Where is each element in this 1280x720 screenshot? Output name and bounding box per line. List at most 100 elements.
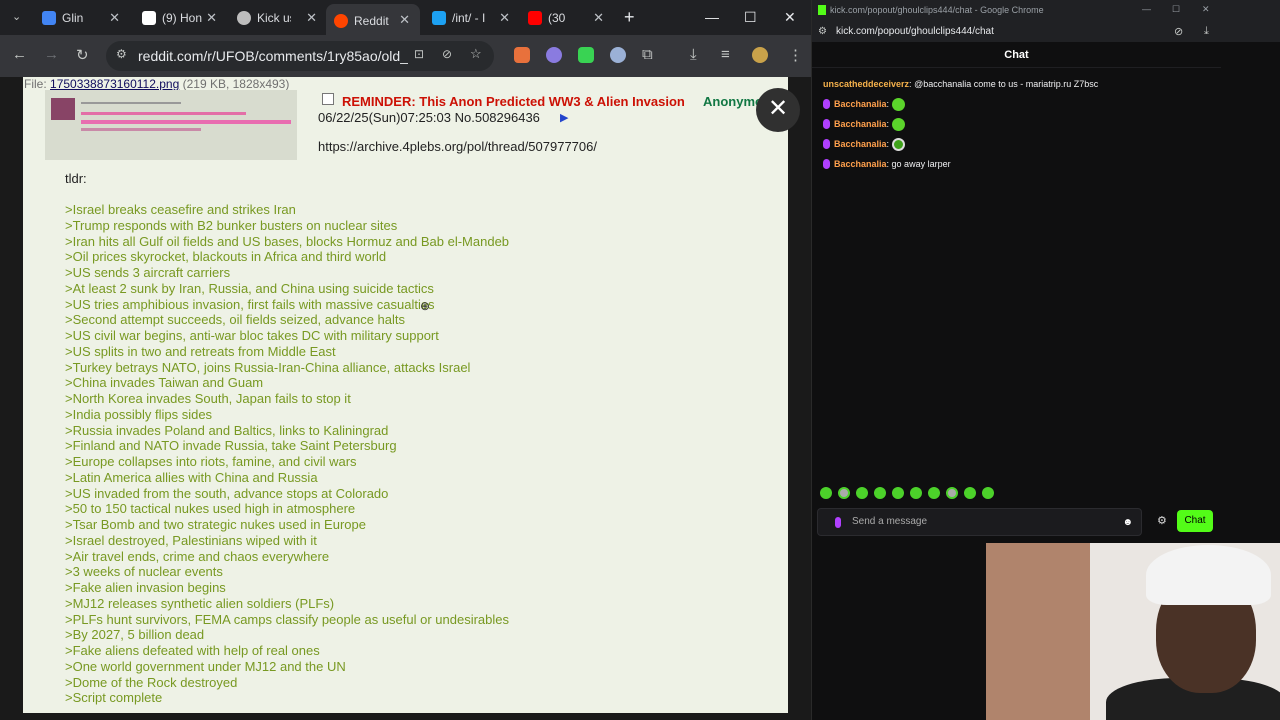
emote-icon[interactable] [964, 487, 976, 499]
media-control-icon[interactable]: ≡ [721, 46, 730, 63]
chat-address-bar[interactable]: ⚙ kick.com/popout/ghoulclips444/chat ⊘ ⤓ [812, 22, 1280, 42]
close-tab-icon[interactable]: ✕ [109, 10, 120, 26]
mic-icon [835, 517, 841, 528]
emote-icon[interactable] [838, 487, 850, 499]
close-tab-icon[interactable]: ✕ [593, 10, 604, 26]
profile-avatar[interactable] [752, 47, 768, 63]
chat-message: Bacchanalia: [823, 134, 1218, 154]
expanded-image: File: 1750338873160112.png (219 KB, 1828… [23, 77, 788, 713]
post-subject: REMINDER: This Anon Predicted WW3 & Alie… [342, 94, 685, 109]
emote-icon[interactable] [874, 487, 886, 499]
post-datetime: 06/22/25(Sun)07:25:03 No.508296436 [318, 110, 540, 125]
chat-username[interactable]: Bacchanalia [834, 159, 887, 169]
emote-icon[interactable] [928, 487, 940, 499]
close-viewer-button[interactable]: ✕ [756, 88, 800, 132]
reload-icon[interactable]: ↻ [76, 46, 89, 64]
greentext-line: >North Korea invades South, Japan fails … [65, 391, 351, 406]
tab-5[interactable]: /int/ - I ✕ [432, 6, 510, 30]
maximize-icon[interactable]: ☐ [1172, 4, 1180, 15]
extension-dice-icon[interactable] [578, 47, 594, 63]
greentext-line: >PLFs hunt survivors, FEMA camps classif… [65, 611, 510, 627]
emote-icon[interactable] [982, 487, 994, 499]
greentext-line: >US civil war begins, anti-war bloc take… [65, 328, 439, 343]
chat-input-placeholder: Send a message [852, 516, 928, 527]
greentext-line: >Iran hits all Gulf oil fields and US ba… [65, 233, 510, 249]
close-tab-icon[interactable]: ✕ [206, 10, 217, 26]
eye-off-icon[interactable]: ⊘ [1174, 25, 1183, 38]
extension-shield-icon[interactable] [610, 47, 626, 63]
chat-message: Bacchanalia: go away larper [823, 154, 1218, 174]
chat-username[interactable]: Bacchanalia [834, 99, 887, 109]
tab-search-icon[interactable]: ⌄ [12, 10, 21, 23]
extension-ghost-icon[interactable] [546, 47, 562, 63]
close-window-icon[interactable]: ✕ [1202, 4, 1210, 15]
play-icon[interactable]: ▶ [560, 111, 568, 124]
tab-title: Kick us [257, 11, 291, 25]
tab-title: Glin [62, 11, 84, 25]
extension-fox-icon[interactable] [514, 47, 530, 63]
chat-settings-icon[interactable]: ⚙ [1157, 514, 1167, 527]
chat-username[interactable]: Bacchanalia [834, 139, 887, 149]
post-thumbnail[interactable] [45, 90, 297, 160]
chat-messages: unscatheddeceiverz: @bacchanalia come to… [823, 74, 1218, 174]
greentext-line: >Latin America allies with China and Rus… [65, 469, 318, 485]
file-link[interactable]: 1750338873160112.png [50, 77, 179, 91]
tab-title: Reddit [354, 14, 389, 28]
greentext-line: >US invaded from the south, advance stop… [65, 485, 389, 501]
greentext-line: >By 2027, 5 billion dead [65, 627, 205, 643]
install-icon[interactable]: ⊡ [414, 47, 424, 61]
emote-icon[interactable] [856, 487, 868, 499]
emote-icon[interactable] [946, 487, 958, 499]
file-meta: (219 KB, 1828x493) [182, 77, 290, 91]
mic-badge-icon [823, 119, 830, 129]
forward-icon[interactable]: → [44, 46, 59, 63]
file-info: File: 1750338873160112.png (219 KB, 1828… [24, 77, 289, 91]
minimize-icon[interactable]: — [705, 9, 719, 25]
eye-off-icon[interactable]: ⊘ [442, 47, 452, 61]
tab-6[interactable]: (30 ✕ [528, 6, 604, 30]
download-icon[interactable]: ⤓ [1204, 25, 1209, 38]
emote-bar [820, 487, 994, 499]
post-checkbox[interactable] [322, 93, 334, 105]
tab-bar: ⌄ Glin ✕ (9) Hon ✕ Kick us ✕ Reddit ✕ /i… [0, 0, 811, 35]
mic-badge-icon [823, 139, 830, 149]
site-info-icon[interactable]: ⚙ [818, 26, 827, 37]
tab-4-active[interactable]: Reddit ✕ [326, 4, 420, 35]
minimize-icon[interactable]: — [1142, 4, 1151, 14]
zoom-cursor-icon: ⊕ [420, 299, 431, 313]
greentext-line: >India possibly flips sides [65, 406, 213, 422]
download-icon[interactable]: ⤓ [690, 46, 697, 63]
tab-3[interactable]: Kick us ✕ [237, 6, 317, 30]
close-tab-icon[interactable]: ✕ [499, 10, 510, 26]
chat-username[interactable]: Bacchanalia [834, 119, 887, 129]
address-bar[interactable]: ⚙ reddit.com/r/UFOB/comments/1ry85ao/old… [106, 41, 494, 71]
emote-icon[interactable] [892, 487, 904, 499]
extensions-icon[interactable]: ⧉ [642, 46, 653, 63]
greentext-line: >Finland and NATO invade Russia, take Sa… [65, 438, 397, 454]
chat-username[interactable]: unscatheddeceiverz [823, 79, 909, 89]
tab-2[interactable]: (9) Hon ✕ [142, 6, 217, 30]
tab-title: (9) Hon [162, 11, 202, 25]
menu-icon[interactable]: ⋮ [788, 46, 803, 64]
emoji-icon[interactable]: ☻ [1122, 517, 1133, 528]
close-tab-icon[interactable]: ✕ [306, 10, 317, 26]
greentext-line: >Fake alien invasion begins [65, 580, 226, 595]
site-info-icon[interactable]: ⚙ [116, 47, 127, 61]
chat-url: kick.com/popout/ghoulclips444/chat [836, 26, 994, 37]
close-window-icon[interactable]: ✕ [784, 9, 796, 26]
bookmark-star-icon[interactable]: ☆ [470, 46, 482, 62]
close-tab-icon[interactable]: ✕ [399, 12, 410, 28]
new-tab-icon[interactable]: + [624, 7, 635, 28]
emote-icon[interactable] [820, 487, 832, 499]
archive-link: https://archive.4plebs.org/pol/thread/50… [318, 139, 597, 154]
greentext-line: >Air travel ends, crime and chaos everyw… [65, 548, 330, 564]
chat-input[interactable]: Send a message ☻ [817, 508, 1142, 536]
maximize-icon[interactable]: ☐ [744, 9, 757, 26]
url-text: reddit.com/r/UFOB/comments/1ry85ao/old_4… [138, 48, 408, 64]
tab-1[interactable]: Glin ✕ [42, 6, 120, 30]
greentext-line: >Tsar Bomb and two strategic nukes used … [65, 517, 366, 532]
emote-icon[interactable] [910, 487, 922, 499]
back-icon[interactable]: ← [12, 46, 27, 63]
send-chat-button[interactable]: Chat [1177, 510, 1213, 532]
greentext-line: >Europe collapses into riots, famine, an… [65, 454, 357, 469]
